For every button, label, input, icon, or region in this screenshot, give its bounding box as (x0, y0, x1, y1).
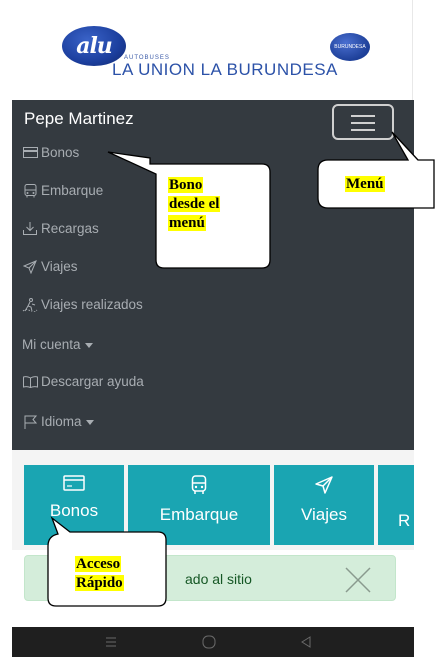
callout-menu-bubble (317, 131, 435, 209)
callout-bono-text: Bono desde el menú (168, 177, 221, 231)
annotation-layer (47, 131, 435, 607)
callout-acceso-text: Acceso Rápido (75, 556, 124, 591)
callout-menu-text: Menú (345, 176, 385, 192)
